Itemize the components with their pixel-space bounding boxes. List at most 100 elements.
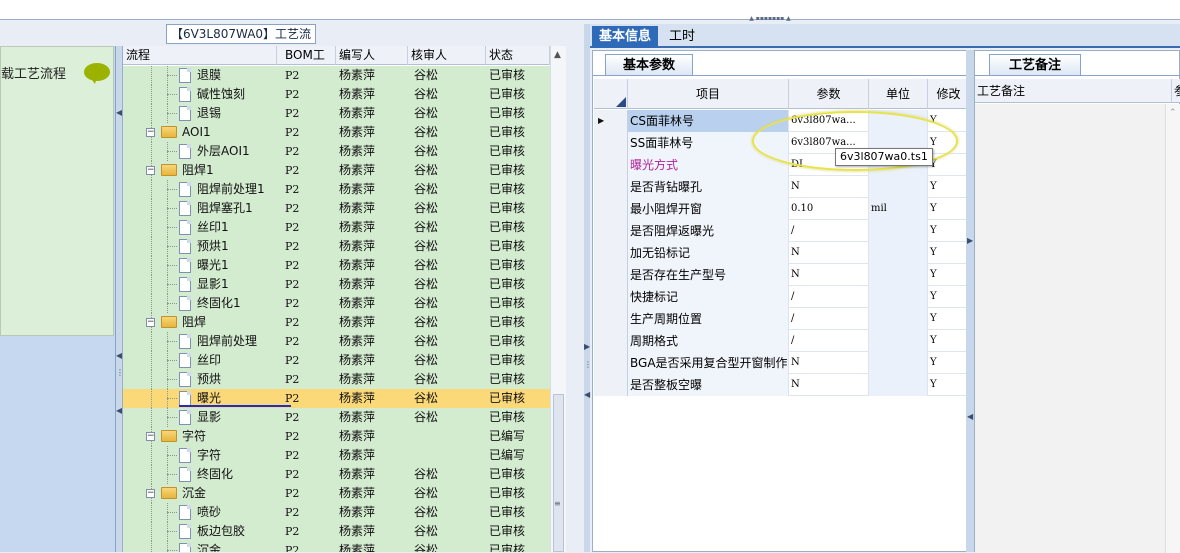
load-card[interactable]: 载工艺流程 bbox=[0, 46, 114, 336]
row-indicator[interactable] bbox=[594, 198, 628, 220]
param-row[interactable]: 周期格式 / Y bbox=[594, 330, 970, 352]
param-modify-cell[interactable]: Y bbox=[928, 374, 970, 396]
tree-row[interactable]: 板边包胶 P2 杨素萍 谷松 已审核 bbox=[123, 522, 566, 541]
param-unit-cell[interactable] bbox=[869, 374, 928, 396]
tree-node[interactable]: 阻焊前处理1 bbox=[123, 180, 277, 199]
param-modify-cell[interactable]: Y bbox=[928, 352, 970, 374]
tree-row[interactable]: 阻焊前处理 P2 杨素萍 谷松 已审核 bbox=[123, 332, 566, 351]
col-header-status[interactable]: 状态 bbox=[486, 46, 550, 65]
middle-splitter[interactable]: ▶ ⋮ ◀ bbox=[584, 24, 592, 552]
tree-row[interactable]: 阻焊前处理1 P2 杨素萍 谷松 已审核 bbox=[123, 180, 566, 199]
tree-row[interactable]: 外层AOI1 P2 杨素萍 谷松 已审核 bbox=[123, 142, 566, 161]
param-unit-cell[interactable] bbox=[869, 308, 928, 330]
param-modify-cell[interactable]: Y bbox=[928, 198, 970, 220]
collapse-toggle-icon[interactable]: − bbox=[146, 318, 155, 327]
row-indicator[interactable] bbox=[594, 154, 628, 176]
row-indicator[interactable] bbox=[594, 352, 628, 374]
tree-node[interactable]: 喷砂 bbox=[123, 503, 277, 522]
param-unit-cell[interactable]: mil bbox=[869, 198, 928, 220]
splitter-grip[interactable]: ▲ ▪▪▪▪▪▪▪ ▲ bbox=[740, 16, 800, 22]
tree-row[interactable]: 预烘1 P2 杨素萍 谷松 已审核 bbox=[123, 237, 566, 256]
tab-basic-info[interactable]: 基本信息 bbox=[592, 26, 659, 48]
param-row[interactable]: BGA是否采用复合型开窗制作 N Y bbox=[594, 352, 970, 374]
scroll-up-icon[interactable]: ⌃ bbox=[1169, 108, 1177, 118]
tree-row[interactable]: − 字符 P2 杨素萍 已编写 bbox=[123, 427, 566, 446]
select-all-icon[interactable] bbox=[616, 97, 626, 107]
row-indicator[interactable] bbox=[594, 176, 628, 198]
tree-row[interactable]: 碱性蚀刻 P2 杨素萍 谷松 已审核 bbox=[123, 85, 566, 104]
tree-row[interactable]: 终固化1 P2 杨素萍 谷松 已审核 bbox=[123, 294, 566, 313]
speech-bubble-icon[interactable] bbox=[84, 63, 110, 84]
tree-node[interactable]: 终固化1 bbox=[123, 294, 277, 313]
tree-row[interactable]: 终固化 P2 杨素萍 谷松 已审核 bbox=[123, 465, 566, 484]
collapse-left-icon[interactable]: ◀ bbox=[967, 412, 973, 421]
collapse-toggle-icon[interactable]: − bbox=[146, 128, 155, 137]
tree-row[interactable]: − 沉金 P2 杨素萍 谷松 已审核 bbox=[123, 484, 566, 503]
row-indicator[interactable] bbox=[594, 286, 628, 308]
param-modify-cell[interactable]: Y bbox=[928, 220, 970, 242]
param-row[interactable]: 最小阻焊开窗 0.10 mil Y bbox=[594, 198, 970, 220]
tree-node[interactable]: 显影1 bbox=[123, 275, 277, 294]
tree-row[interactable]: 阻焊塞孔1 P2 杨素萍 谷松 已审核 bbox=[123, 199, 566, 218]
param-value-cell[interactable]: N bbox=[789, 176, 869, 198]
collapse-toggle-icon[interactable]: − bbox=[146, 166, 155, 175]
param-unit-cell[interactable] bbox=[869, 242, 928, 264]
param-modify-cell[interactable]: Y bbox=[928, 264, 970, 286]
tree-node[interactable]: 预烘1 bbox=[123, 237, 277, 256]
tree-node[interactable]: − 字符 bbox=[123, 427, 277, 446]
tab-process-remarks[interactable]: 工艺备注 bbox=[989, 54, 1081, 76]
param-row[interactable]: 加无铅标记 N Y bbox=[594, 242, 970, 264]
param-unit-cell[interactable] bbox=[869, 352, 928, 374]
tree-row[interactable]: 预烘 P2 杨素萍 谷松 已审核 bbox=[123, 370, 566, 389]
tree-row[interactable]: 显影1 P2 杨素萍 谷松 已审核 bbox=[123, 275, 566, 294]
tree-node[interactable]: − 沉金 bbox=[123, 484, 277, 503]
param-value-cell[interactable]: N bbox=[789, 242, 869, 264]
param-value-cell[interactable]: N bbox=[789, 352, 869, 374]
col-header-bom[interactable]: BOM工厂 bbox=[282, 46, 336, 81]
col-header-remarks[interactable]: 工艺备注 bbox=[977, 79, 1025, 103]
tree-node[interactable]: 字符 bbox=[123, 446, 277, 465]
tree-row[interactable]: 喷砂 P2 杨素萍 谷松 已审核 bbox=[123, 503, 566, 522]
param-row[interactable]: 生产周期位置 / Y bbox=[594, 308, 970, 330]
tree-row[interactable]: 字符 P2 杨素萍 已编写 bbox=[123, 446, 566, 465]
row-indicator[interactable] bbox=[594, 132, 628, 154]
param-modify-cell[interactable]: Y bbox=[928, 242, 970, 264]
row-indicator[interactable] bbox=[594, 264, 628, 286]
row-indicator[interactable] bbox=[594, 374, 628, 396]
tab-basic-params[interactable]: 基本参数 bbox=[605, 54, 693, 76]
tree-node[interactable]: − 阻焊 bbox=[123, 313, 277, 332]
param-value-cell[interactable]: / bbox=[789, 308, 869, 330]
param-unit-cell[interactable] bbox=[869, 176, 928, 198]
col-header-modify[interactable]: 修改 bbox=[928, 79, 970, 109]
param-row[interactable]: 是否阻焊返曝光 / Y bbox=[594, 220, 970, 242]
tree-node[interactable]: 沉金 bbox=[123, 541, 277, 552]
collapse-right-icon[interactable]: ▶ bbox=[584, 342, 590, 351]
col-header-item[interactable]: 项目 bbox=[628, 79, 789, 109]
scroll-up-icon[interactable]: ▲ bbox=[554, 50, 561, 60]
tree-node[interactable]: − 阻焊1 bbox=[123, 161, 277, 180]
row-indicator[interactable] bbox=[594, 308, 628, 330]
row-indicator[interactable] bbox=[594, 242, 628, 264]
param-value-cell[interactable]: 0.10 bbox=[789, 198, 869, 220]
col-header-param[interactable]: 参数 bbox=[789, 79, 869, 109]
load-process-label[interactable]: 载工艺流程 bbox=[1, 63, 66, 82]
tab-work-hours[interactable]: 工时 bbox=[662, 26, 702, 48]
scroll-thumb[interactable] bbox=[553, 394, 564, 552]
tree-node[interactable]: 丝印 bbox=[123, 351, 277, 370]
tree-row[interactable]: − AOI1 P2 杨素萍 谷松 已审核 bbox=[123, 123, 566, 142]
tree-row[interactable]: 丝印 P2 杨素萍 谷松 已审核 bbox=[123, 351, 566, 370]
param-unit-cell[interactable] bbox=[869, 330, 928, 352]
param-value-cell[interactable]: N bbox=[789, 264, 869, 286]
row-indicator[interactable]: ▶ bbox=[594, 110, 628, 132]
remarks-body[interactable]: ⌃ bbox=[975, 104, 1180, 553]
tree-node[interactable]: 阻焊塞孔1 bbox=[123, 199, 277, 218]
tree-row[interactable]: 退锡 P2 杨素萍 谷松 已审核 bbox=[123, 104, 566, 123]
param-value-cell[interactable]: / bbox=[789, 220, 869, 242]
col-header-writer[interactable]: 编写人 bbox=[336, 46, 408, 65]
param-value-cell[interactable]: / bbox=[789, 330, 869, 352]
tree-node[interactable]: 曝光1 bbox=[123, 256, 277, 275]
col-header-process[interactable]: 流程 bbox=[123, 46, 277, 65]
tree-node[interactable]: 丝印1 bbox=[123, 218, 277, 237]
param-modify-cell[interactable]: Y bbox=[928, 330, 970, 352]
tree-node[interactable]: 碱性蚀刻 bbox=[123, 85, 277, 104]
